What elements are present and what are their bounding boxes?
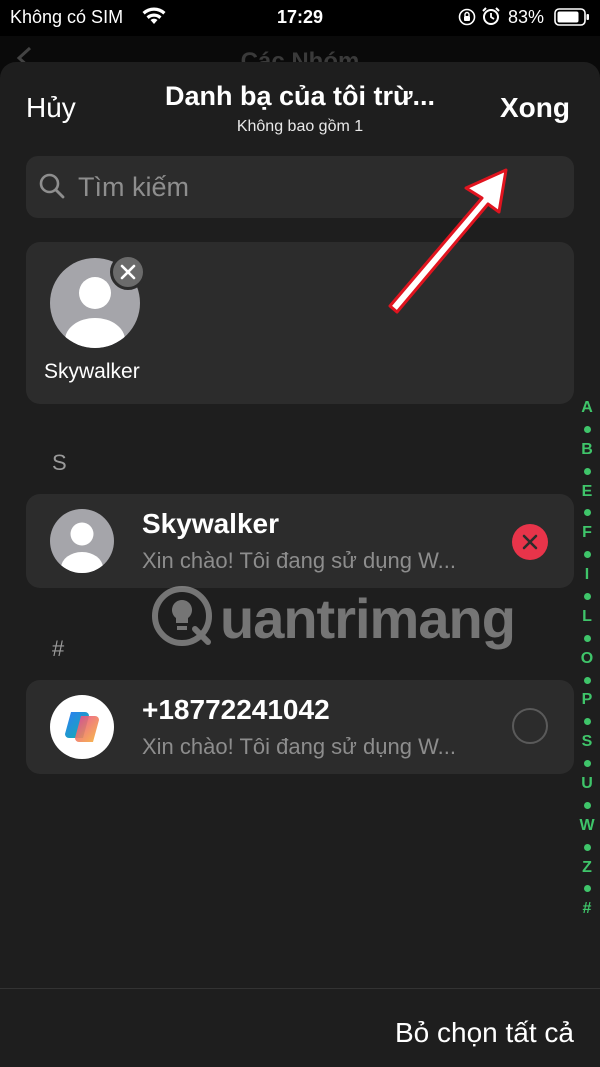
contact-picker-sheet: Hủy Danh bạ của tôi trừ... Không bao gồm… xyxy=(0,62,600,1067)
search-icon xyxy=(39,173,65,199)
section-header: S xyxy=(52,450,67,475)
index-dot xyxy=(574,419,600,440)
index-dot xyxy=(574,544,600,565)
index-dot xyxy=(574,628,600,649)
remove-selected-button[interactable] xyxy=(110,254,146,290)
index-dot xyxy=(574,753,600,774)
search-input[interactable] xyxy=(78,166,558,208)
index-dot xyxy=(574,837,600,858)
index-letter[interactable]: Z xyxy=(574,858,600,879)
orientation-lock-icon xyxy=(458,8,476,26)
contact-row[interactable]: +18772241042 Xin chào! Tôi đang sử dụng … xyxy=(26,680,574,774)
alarm-icon xyxy=(482,7,500,25)
watermark-text: uantrimang xyxy=(220,587,516,650)
index-letter[interactable]: U xyxy=(574,774,600,795)
bottom-toolbar: Bỏ chọn tất cả xyxy=(0,988,600,1067)
index-dot xyxy=(574,502,600,523)
index-letter[interactable]: W xyxy=(574,816,600,837)
contact-name: Skywalker xyxy=(142,508,279,539)
lightbulb-logo-icon xyxy=(152,586,212,646)
index-letter[interactable]: S xyxy=(574,732,600,753)
status-bar: Không có SIM 17:29 83% xyxy=(0,0,600,36)
battery-icon xyxy=(554,8,589,26)
index-dot xyxy=(574,878,600,899)
deselect-all-button[interactable]: Bỏ chọn tất cả xyxy=(395,1017,574,1049)
index-letter[interactable]: F xyxy=(574,523,600,544)
index-letter[interactable]: L xyxy=(574,607,600,628)
avatar xyxy=(50,509,114,573)
index-letter[interactable]: B xyxy=(574,440,600,461)
index-dot xyxy=(574,461,600,482)
close-icon xyxy=(522,534,538,550)
done-button[interactable]: Xong xyxy=(500,92,570,124)
index-letter[interactable]: # xyxy=(574,899,600,920)
avatar xyxy=(50,695,114,759)
selected-contact-name: Skywalker xyxy=(44,360,140,383)
index-dot xyxy=(574,711,600,732)
index-letter[interactable]: I xyxy=(574,565,600,586)
close-icon xyxy=(120,264,136,280)
alphabet-index[interactable]: A B E F I L O P S U W Z # xyxy=(574,398,600,920)
contact-name: +18772241042 xyxy=(142,694,330,725)
contact-status: Xin chào! Tôi đang sử dụng W... xyxy=(142,734,456,759)
index-dot xyxy=(574,670,600,691)
copilot-logo-icon xyxy=(50,695,114,759)
select-checkbox[interactable] xyxy=(512,708,548,744)
index-letter[interactable]: E xyxy=(574,482,600,503)
default-avatar-icon xyxy=(50,509,114,573)
search-bar[interactable] xyxy=(26,156,574,218)
deselect-button[interactable] xyxy=(512,524,548,560)
index-dot xyxy=(574,586,600,607)
section-header: # xyxy=(52,636,65,661)
index-letter[interactable]: P xyxy=(574,690,600,711)
index-letter[interactable]: O xyxy=(574,649,600,670)
index-letter[interactable]: A xyxy=(574,398,600,419)
selected-contacts: Skywalker xyxy=(26,242,574,404)
battery-percent: 83% xyxy=(508,7,545,27)
watermark: uantrimang xyxy=(150,570,516,660)
index-dot xyxy=(574,795,600,816)
